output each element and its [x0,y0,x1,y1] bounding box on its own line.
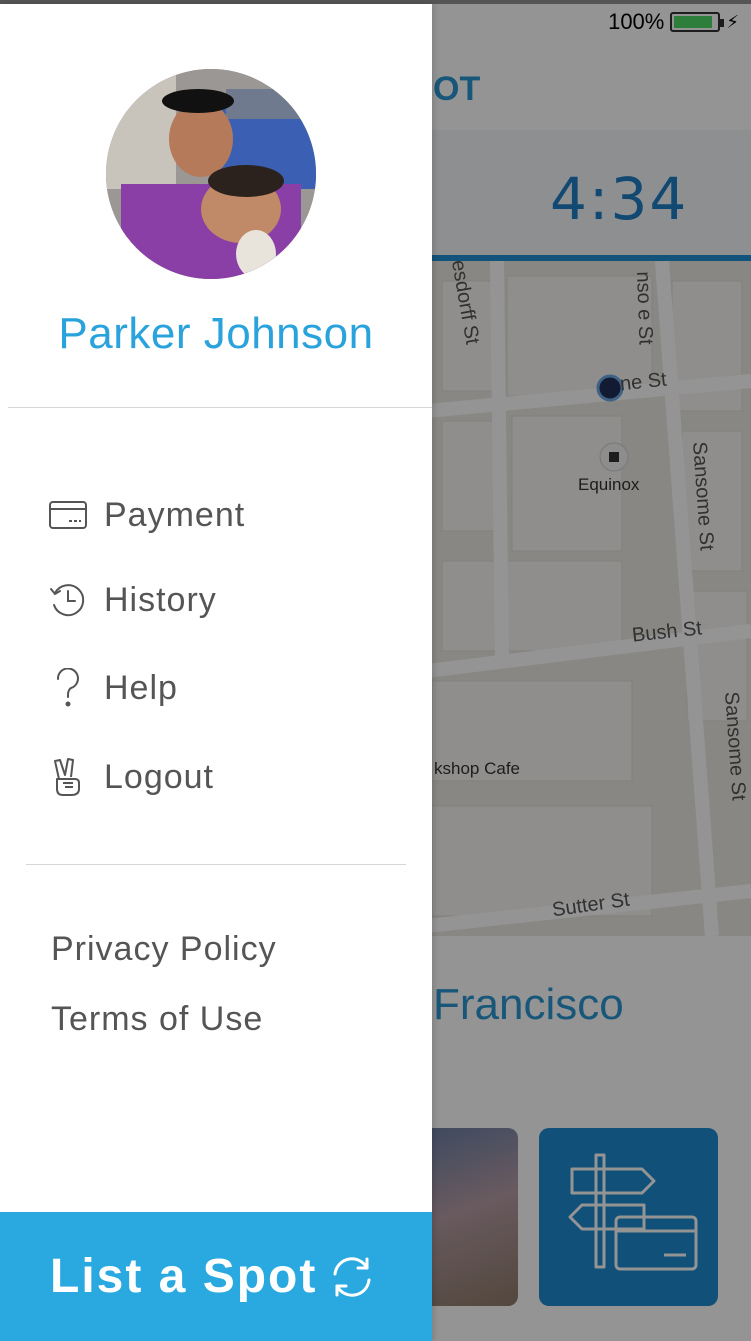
menu-item-logout[interactable]: Logout [48,749,388,805]
privacy-policy-link[interactable]: Privacy Policy [51,930,277,969]
avatar[interactable] [106,69,316,279]
terms-of-use-link[interactable]: Terms of Use [51,1000,263,1039]
menu-item-help[interactable]: Help [48,660,388,716]
avatar-photo [106,69,316,279]
divider [26,864,406,865]
menu-item-payment[interactable]: Payment [48,487,388,543]
credit-card-icon [48,495,88,535]
user-name[interactable]: Parker Johnson [0,309,432,359]
menu-label: Help [104,668,178,707]
side-drawer: Parker Johnson Payment History Help Logo… [0,4,432,1341]
list-a-spot-button[interactable]: List a Spot [0,1212,432,1341]
menu-label: History [104,580,217,619]
peace-hand-icon [48,757,88,797]
divider [8,407,432,408]
dim-overlay[interactable] [432,0,751,1341]
history-clock-icon [48,580,88,620]
refresh-icon [327,1251,379,1303]
menu-label: Payment [104,495,246,534]
list-a-spot-label: List a Spot [50,1250,318,1303]
menu-label: Logout [104,757,214,796]
menu-item-history[interactable]: History [48,572,388,628]
question-mark-icon [48,668,88,708]
